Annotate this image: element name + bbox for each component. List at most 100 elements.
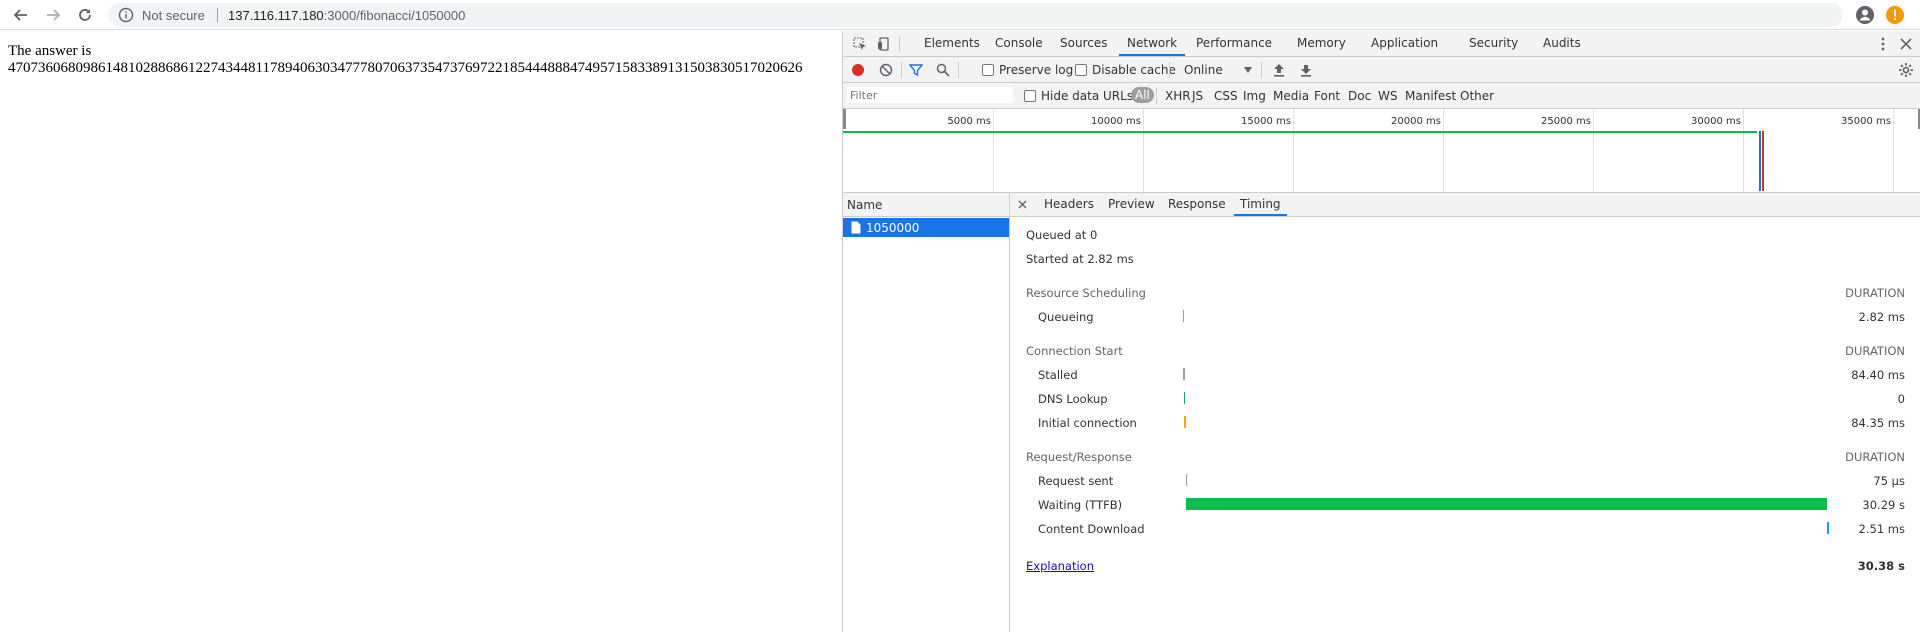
devtools-panel: Elements Console Sources Network Perform… (842, 31, 1920, 632)
devtools-menu-button[interactable] (1874, 35, 1892, 53)
close-icon[interactable] (1018, 200, 1027, 209)
reload-button[interactable] (74, 4, 96, 26)
chevron-down-icon[interactable] (1244, 67, 1252, 73)
overview-gridline (1143, 109, 1144, 192)
duration-header: DURATION (1845, 286, 1905, 300)
tab-preview[interactable]: Preview (1102, 193, 1161, 216)
timing-row-label: Stalled (1038, 368, 1078, 382)
overview-tick-label: 25000 ms (1541, 116, 1591, 127)
profile-avatar-icon[interactable] (1855, 5, 1875, 25)
network-overview-timeline[interactable]: 5000 ms 10000 ms 15000 ms 20000 ms 25000… (843, 109, 1920, 193)
section-title: Request/Response (1026, 450, 1132, 464)
tab-timing[interactable]: Timing (1234, 193, 1287, 216)
hide-data-urls-checkbox[interactable] (1024, 90, 1036, 102)
timing-row-value: 84.40 ms (1851, 368, 1905, 382)
tab-sources[interactable]: Sources (1052, 31, 1115, 56)
network-filter-bar: Hide data URLs All XHR JS CSS Img Media … (843, 83, 1920, 109)
timing-row-value: 2.82 ms (1858, 310, 1905, 324)
address-bar[interactable]: Not secure 137.116.117.180:3000/fibonacc… (108, 3, 1843, 27)
timing-row-value: 75 µs (1873, 474, 1905, 488)
device-toolbar-button[interactable] (875, 35, 893, 53)
overview-load-marker (1762, 131, 1764, 191)
filter-type-font[interactable]: Font (1314, 89, 1340, 103)
info-icon[interactable] (118, 7, 134, 23)
overview-left-handle[interactable] (843, 109, 846, 129)
tab-headers[interactable]: Headers (1038, 193, 1100, 216)
filter-funnel-icon[interactable] (909, 63, 923, 77)
inspect-element-button[interactable] (851, 35, 869, 53)
filter-input[interactable] (847, 87, 1013, 103)
filter-type-other[interactable]: Other (1460, 89, 1494, 103)
section-title: Resource Scheduling (1026, 286, 1146, 300)
preserve-log-checkbox[interactable] (982, 64, 994, 76)
timing-bar-dns (1184, 392, 1185, 404)
tab-memory[interactable]: Memory (1289, 31, 1354, 56)
timing-bar-initial-connection (1184, 416, 1186, 428)
import-har-icon[interactable] (1273, 63, 1285, 77)
filter-type-all[interactable]: All (1131, 87, 1154, 103)
throttling-select[interactable]: Online (1184, 63, 1223, 77)
tab-network[interactable]: Network (1119, 31, 1186, 56)
devtools-tabbar: Elements Console Sources Network Perform… (843, 31, 1920, 57)
overview-request-bar (843, 131, 1757, 133)
tab-response[interactable]: Response (1162, 193, 1232, 216)
browser-toolbar: Not secure 137.116.117.180:3000/fibonacc… (0, 0, 1920, 30)
tab-performance[interactable]: Performance (1188, 31, 1280, 56)
tab-security[interactable]: Security (1461, 31, 1526, 56)
tab-application[interactable]: Application (1363, 31, 1446, 56)
duration-header: DURATION (1845, 450, 1905, 464)
timing-row-label: Initial connection (1038, 416, 1137, 430)
update-alert-icon[interactable] (1885, 5, 1905, 25)
tabbar-separator (899, 36, 900, 52)
toolbar-separator (1261, 62, 1262, 78)
export-har-icon[interactable] (1300, 63, 1312, 77)
kebab-menu-icon (1881, 37, 1885, 51)
search-icon[interactable] (936, 63, 950, 77)
timing-bar-queueing (1183, 310, 1184, 322)
overview-gridline (1743, 109, 1744, 192)
filter-type-js[interactable]: JS (1192, 89, 1203, 103)
filter-type-ws[interactable]: WS (1378, 89, 1397, 103)
toolbar-separator (958, 62, 959, 78)
filter-type-manifest[interactable]: Manifest (1405, 89, 1456, 103)
timing-row-label: Content Download (1038, 522, 1145, 536)
name-column-header[interactable]: Name (843, 193, 1009, 217)
disable-cache-checkbox[interactable] (1075, 64, 1087, 76)
security-label[interactable]: Not secure (142, 8, 205, 23)
filter-type-css[interactable]: CSS (1214, 89, 1238, 103)
settings-gear-icon[interactable] (1898, 62, 1914, 78)
request-row[interactable]: 1050000 (843, 218, 1009, 237)
request-list: Name 1050000 (843, 193, 1010, 632)
clear-icon[interactable] (879, 63, 893, 77)
filter-type-xhr[interactable]: XHR (1165, 89, 1191, 103)
timing-row-label: Waiting (TTFB) (1038, 498, 1123, 512)
network-toolbar: Preserve log Disable cache Online (843, 57, 1920, 83)
filter-type-doc[interactable]: Doc (1348, 89, 1371, 103)
tab-elements[interactable]: Elements (916, 31, 988, 56)
device-icon (878, 37, 889, 51)
tab-console[interactable]: Console (987, 31, 1051, 56)
back-arrow-icon (13, 9, 27, 21)
overview-gridline (1893, 109, 1894, 192)
overview-gridline (1443, 109, 1444, 192)
duration-header: DURATION (1845, 344, 1905, 358)
explanation-link[interactable]: Explanation (1026, 559, 1094, 573)
timing-row-label: Request sent (1038, 474, 1114, 488)
record-icon[interactable] (851, 63, 865, 77)
filter-type-media[interactable]: Media (1273, 89, 1309, 103)
toolbar-separator (901, 62, 902, 78)
forward-button[interactable] (42, 4, 64, 26)
answer-value: 4707360680986148102886861227434481178940… (8, 60, 803, 76)
devtools-close-button[interactable] (1897, 35, 1915, 53)
filter-type-img[interactable]: Img (1243, 89, 1266, 103)
omnibox-separator (217, 8, 218, 22)
preserve-log-label: Preserve log (999, 63, 1074, 77)
forward-arrow-icon (47, 9, 61, 21)
overview-tick-label: 30000 ms (1691, 116, 1741, 127)
overview-tick-label: 35000 ms (1841, 116, 1891, 127)
tab-audits[interactable]: Audits (1535, 31, 1589, 56)
cursor-select-icon (853, 37, 866, 50)
url-text[interactable]: 137.116.117.180:3000/fibonacci/1050000 (228, 8, 465, 23)
back-button[interactable] (10, 4, 32, 26)
overview-tick-label: 5000 ms (947, 116, 991, 127)
